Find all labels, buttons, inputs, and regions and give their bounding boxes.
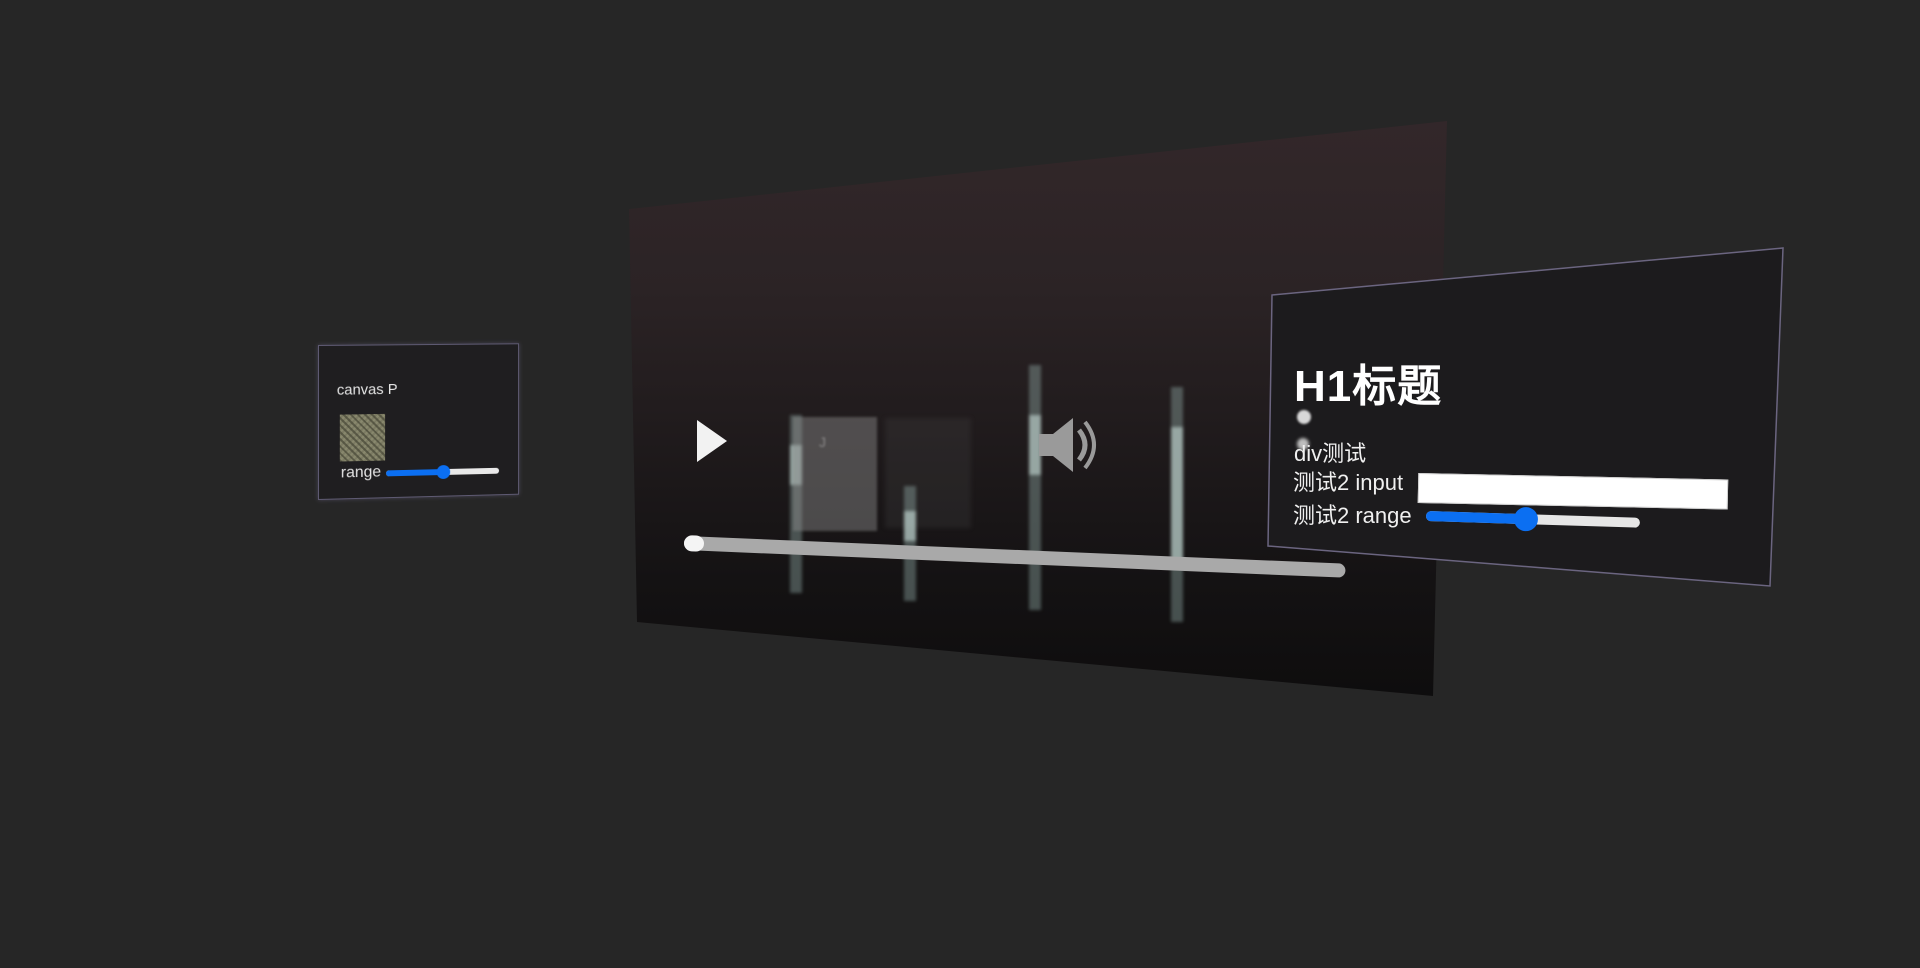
- video-bar: [1029, 365, 1041, 610]
- video-bar: [904, 486, 916, 601]
- range-label: range: [340, 463, 382, 482]
- range-label: 测试2 range: [1293, 503, 1412, 528]
- video-frame-thumbnail: [793, 417, 877, 531]
- canvas-texture-image: [339, 413, 386, 462]
- video-ghost-text: J: [819, 434, 826, 450]
- page-heading: H1标题: [1294, 362, 1443, 411]
- video-bar: [1171, 387, 1183, 622]
- play-icon[interactable]: [697, 420, 727, 462]
- test-range-slider[interactable]: [1425, 506, 1641, 532]
- canvas-panel-title: canvas P: [336, 380, 398, 399]
- range-slider-thumb[interactable]: [436, 464, 450, 480]
- range-slider-fill: [386, 469, 443, 477]
- test-input-field[interactable]: [1417, 473, 1729, 510]
- volume-icon[interactable]: [1033, 410, 1103, 480]
- bullet-dot: [1297, 410, 1311, 424]
- input-label: 测试2 input: [1293, 470, 1404, 495]
- canvas-panel: canvas P range: [318, 343, 520, 500]
- video-progress-knob[interactable]: [683, 535, 705, 552]
- range-slider[interactable]: [386, 464, 500, 480]
- test-range-slider-fill: [1425, 511, 1527, 525]
- video-progress-bar[interactable]: [683, 535, 1346, 578]
- video-frame-thumbnail-secondary: [885, 418, 971, 528]
- div-test-text: div测试: [1294, 441, 1367, 466]
- test-range-slider-thumb[interactable]: [1513, 506, 1539, 532]
